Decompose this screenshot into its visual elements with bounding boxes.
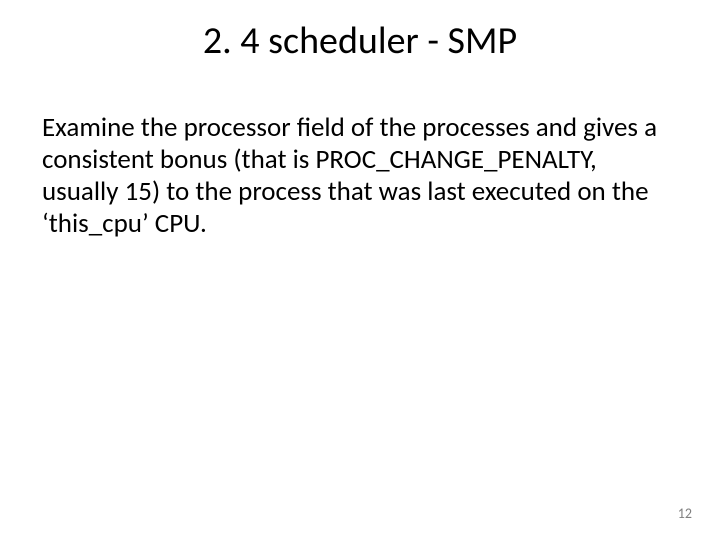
slide-body-text: Examine the processor field of the proce… — [42, 112, 678, 239]
page-number: 12 — [678, 505, 692, 522]
slide: 2. 4 scheduler - SMP Examine the process… — [0, 0, 720, 540]
slide-title: 2. 4 scheduler - SMP — [0, 18, 720, 64]
